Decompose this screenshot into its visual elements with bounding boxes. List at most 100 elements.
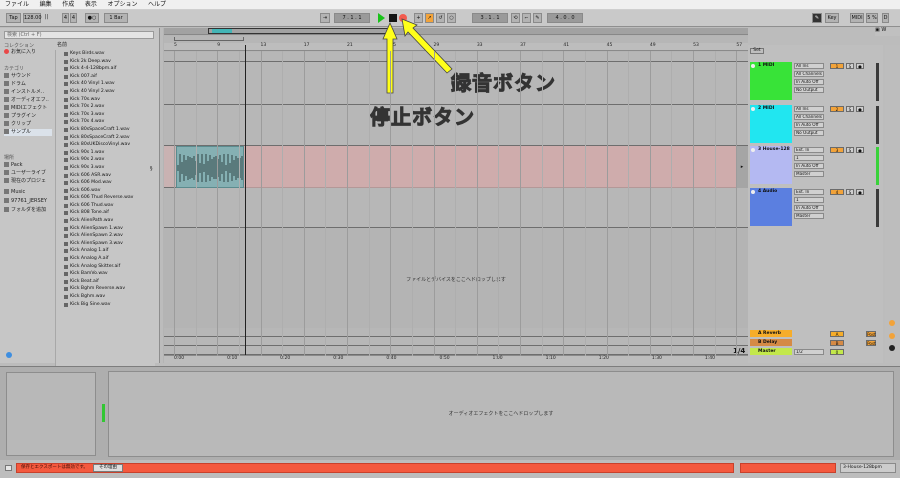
browser-file-item[interactable]: Keys Birds.wav <box>56 50 155 58</box>
browser-file-item[interactable]: Kick 80sSpaceCraft 1.wav <box>56 126 155 134</box>
session-record-dot-icon[interactable] <box>889 345 895 351</box>
place-user-library[interactable]: ユーザーライブ <box>4 170 46 177</box>
menu-file[interactable]: ファイル <box>5 0 29 10</box>
browser-file-item[interactable]: Kick Bghm.wav <box>56 293 155 301</box>
browser-file-item[interactable]: Kick 40 Vinyl 1.wav <box>56 80 155 88</box>
browser-file-item[interactable]: Kick Bghm Reverse.wav <box>56 285 155 293</box>
track-io-out[interactable]: Master <box>794 171 824 177</box>
solo-button[interactable]: S <box>846 106 854 112</box>
browser-file-item[interactable]: Kick 4-4-128bpm.aif <box>56 65 155 73</box>
add-folder-item[interactable]: フォルダを追加 <box>4 207 46 214</box>
browser-file-item[interactable]: Kick 2k Deep.wav <box>56 58 155 66</box>
arm-icon[interactable]: ● <box>856 189 864 195</box>
browser-file-item[interactable]: Kick 606.wav <box>56 187 155 195</box>
pencil-icon[interactable]: ✎ <box>533 13 542 23</box>
track-io-in[interactable]: All Ins <box>794 106 824 112</box>
place-jersey[interactable]: 97761_JERSEY <box>4 198 47 205</box>
time-sig-denominator[interactable]: 4 <box>70 13 77 23</box>
browser-file-item[interactable]: Kick 90s 1.wav <box>56 149 155 157</box>
track-io-mon[interactable]: In Auto Off <box>794 79 824 85</box>
arm-icon[interactable]: ● <box>856 147 864 153</box>
clip-fold-icon[interactable]: ▸ <box>736 146 748 188</box>
browser-file-item[interactable]: Kick Analog Skitter.aif <box>56 263 155 271</box>
return-activator-button[interactable]: 0 <box>830 349 844 355</box>
category-plugins[interactable]: プラグイン <box>4 113 36 120</box>
solo-button[interactable]: S <box>846 189 854 195</box>
browser-file-item[interactable]: Kick AlienSpawn 1.wav <box>56 225 155 233</box>
follow-icon[interactable]: ⇥ <box>320 13 330 23</box>
browser-file-item[interactable]: Kick AlienSpawn 3.wav <box>56 240 155 248</box>
track-activator-button[interactable]: 1 <box>830 63 844 69</box>
browser-collapse-icon[interactable]: § <box>150 166 153 172</box>
browser-file-item[interactable]: Kick 70s.wav <box>56 96 155 104</box>
loop-start-field[interactable]: 3 . 1 . 1 <box>472 13 508 23</box>
track-io-mon[interactable]: In Auto Off <box>794 163 824 169</box>
category-clips[interactable]: クリップ <box>4 121 31 128</box>
info-icon[interactable] <box>6 352 12 358</box>
track-io-out[interactable]: No Output <box>794 87 824 93</box>
master-output-select[interactable]: 1/2 <box>794 349 824 355</box>
menu-edit[interactable]: 編集 <box>40 0 52 10</box>
return-header-2[interactable]: B Delay <box>750 339 792 346</box>
browser-file-item[interactable]: Kick 70s 2.wav <box>56 103 155 111</box>
name-column-header[interactable]: 名前 <box>57 41 67 48</box>
track-io-in[interactable]: Ext. In <box>794 189 824 195</box>
track-header-1[interactable]: 1 MIDI <box>750 62 792 100</box>
browser-file-item[interactable]: Kick AlienPath.wav <box>56 217 155 225</box>
browser-file-item[interactable]: Kick Analog A.aif <box>56 255 155 263</box>
menu-view[interactable]: 表示 <box>85 0 97 10</box>
post-button[interactable]: Post <box>866 340 876 346</box>
track-header-3[interactable]: 3 House-128 <box>750 146 792 184</box>
track-io-in[interactable]: All Ins <box>794 63 824 69</box>
track-io-mon[interactable]: In Auto Off <box>794 122 824 128</box>
track-fold-icon[interactable] <box>751 148 755 152</box>
return-header-3[interactable]: Master <box>750 348 792 355</box>
browser-file-item[interactable]: Kick 70s 4.wav <box>56 118 155 126</box>
place-packs[interactable]: Pack <box>4 162 23 169</box>
return-activator-button[interactable]: A <box>830 331 844 337</box>
tempo-nudge-icon[interactable]: || <box>44 13 49 23</box>
track-fold-icon[interactable] <box>751 190 755 194</box>
return-activator-button[interactable]: B <box>830 340 844 346</box>
category-audio-effects[interactable]: オーディオエフ.. <box>4 97 49 104</box>
track-activator-button[interactable]: 2 <box>830 106 844 112</box>
set-button[interactable]: Set <box>750 48 764 54</box>
browser-file-item[interactable]: Kick 606 Mod.wav <box>56 179 155 187</box>
browser-file-item[interactable]: Kick 606 Thud.wav <box>56 202 155 210</box>
category-midi-effects[interactable]: MIDIエフェクト <box>4 105 47 112</box>
loop-length-field[interactable]: 4 . 0 . 0 <box>547 13 583 23</box>
browser-file-item[interactable]: Kick AlienSpawn 2.wav <box>56 232 155 240</box>
browser-file-item[interactable]: Kick 70s 3.wav <box>56 111 155 119</box>
solo-button[interactable]: S <box>846 147 854 153</box>
track-activator-button[interactable]: 3 <box>830 147 844 153</box>
key-map-button[interactable]: Key <box>825 13 839 23</box>
browser-file-item[interactable]: Kick 808 Tone.aif <box>56 209 155 217</box>
browser-file-item[interactable]: Kick 40 Vinyl 2.wav <box>56 88 155 96</box>
solo-button[interactable]: S <box>846 63 854 69</box>
place-music[interactable]: Music <box>4 189 25 196</box>
track-activator-button[interactable]: 4 <box>830 189 844 195</box>
track-fold-icon[interactable] <box>751 107 755 111</box>
menu-options[interactable]: オプション <box>107 0 137 10</box>
audio-clip[interactable] <box>176 146 244 188</box>
view-toggle[interactable]: ▣ W <box>875 27 900 36</box>
browser-file-item[interactable]: Kick 90s 2.wav <box>56 156 155 164</box>
help-dot-icon[interactable] <box>889 333 895 339</box>
track-io-mon[interactable]: In Auto Off <box>794 205 824 211</box>
key-map-icon[interactable]: ✎ <box>812 13 822 23</box>
track-io-ch[interactable]: 1 <box>794 155 824 161</box>
favorites-item[interactable]: お気に入り <box>4 49 36 56</box>
browser-file-item[interactable]: Kick 80sUKDiscoVinyl.wav <box>56 141 155 149</box>
browser-file-item[interactable]: Kick 606 ASR.wav <box>56 172 155 180</box>
arm-icon[interactable]: ● <box>856 63 864 69</box>
track-io-ch[interactable]: 1 <box>794 197 824 203</box>
menu-create[interactable]: 作成 <box>62 0 74 10</box>
category-samples[interactable]: サンプル <box>4 129 52 136</box>
category-instruments[interactable]: インストルメ.. <box>4 89 44 96</box>
post-button[interactable]: Post <box>866 331 876 337</box>
quantize-select[interactable]: 1 Bar <box>104 13 128 23</box>
overview-view-box[interactable] <box>208 28 392 34</box>
track-io-out[interactable]: Master <box>794 213 824 219</box>
track-io-in[interactable]: Ext. In <box>794 147 824 153</box>
time-sig-numerator[interactable]: 4 <box>62 13 69 23</box>
